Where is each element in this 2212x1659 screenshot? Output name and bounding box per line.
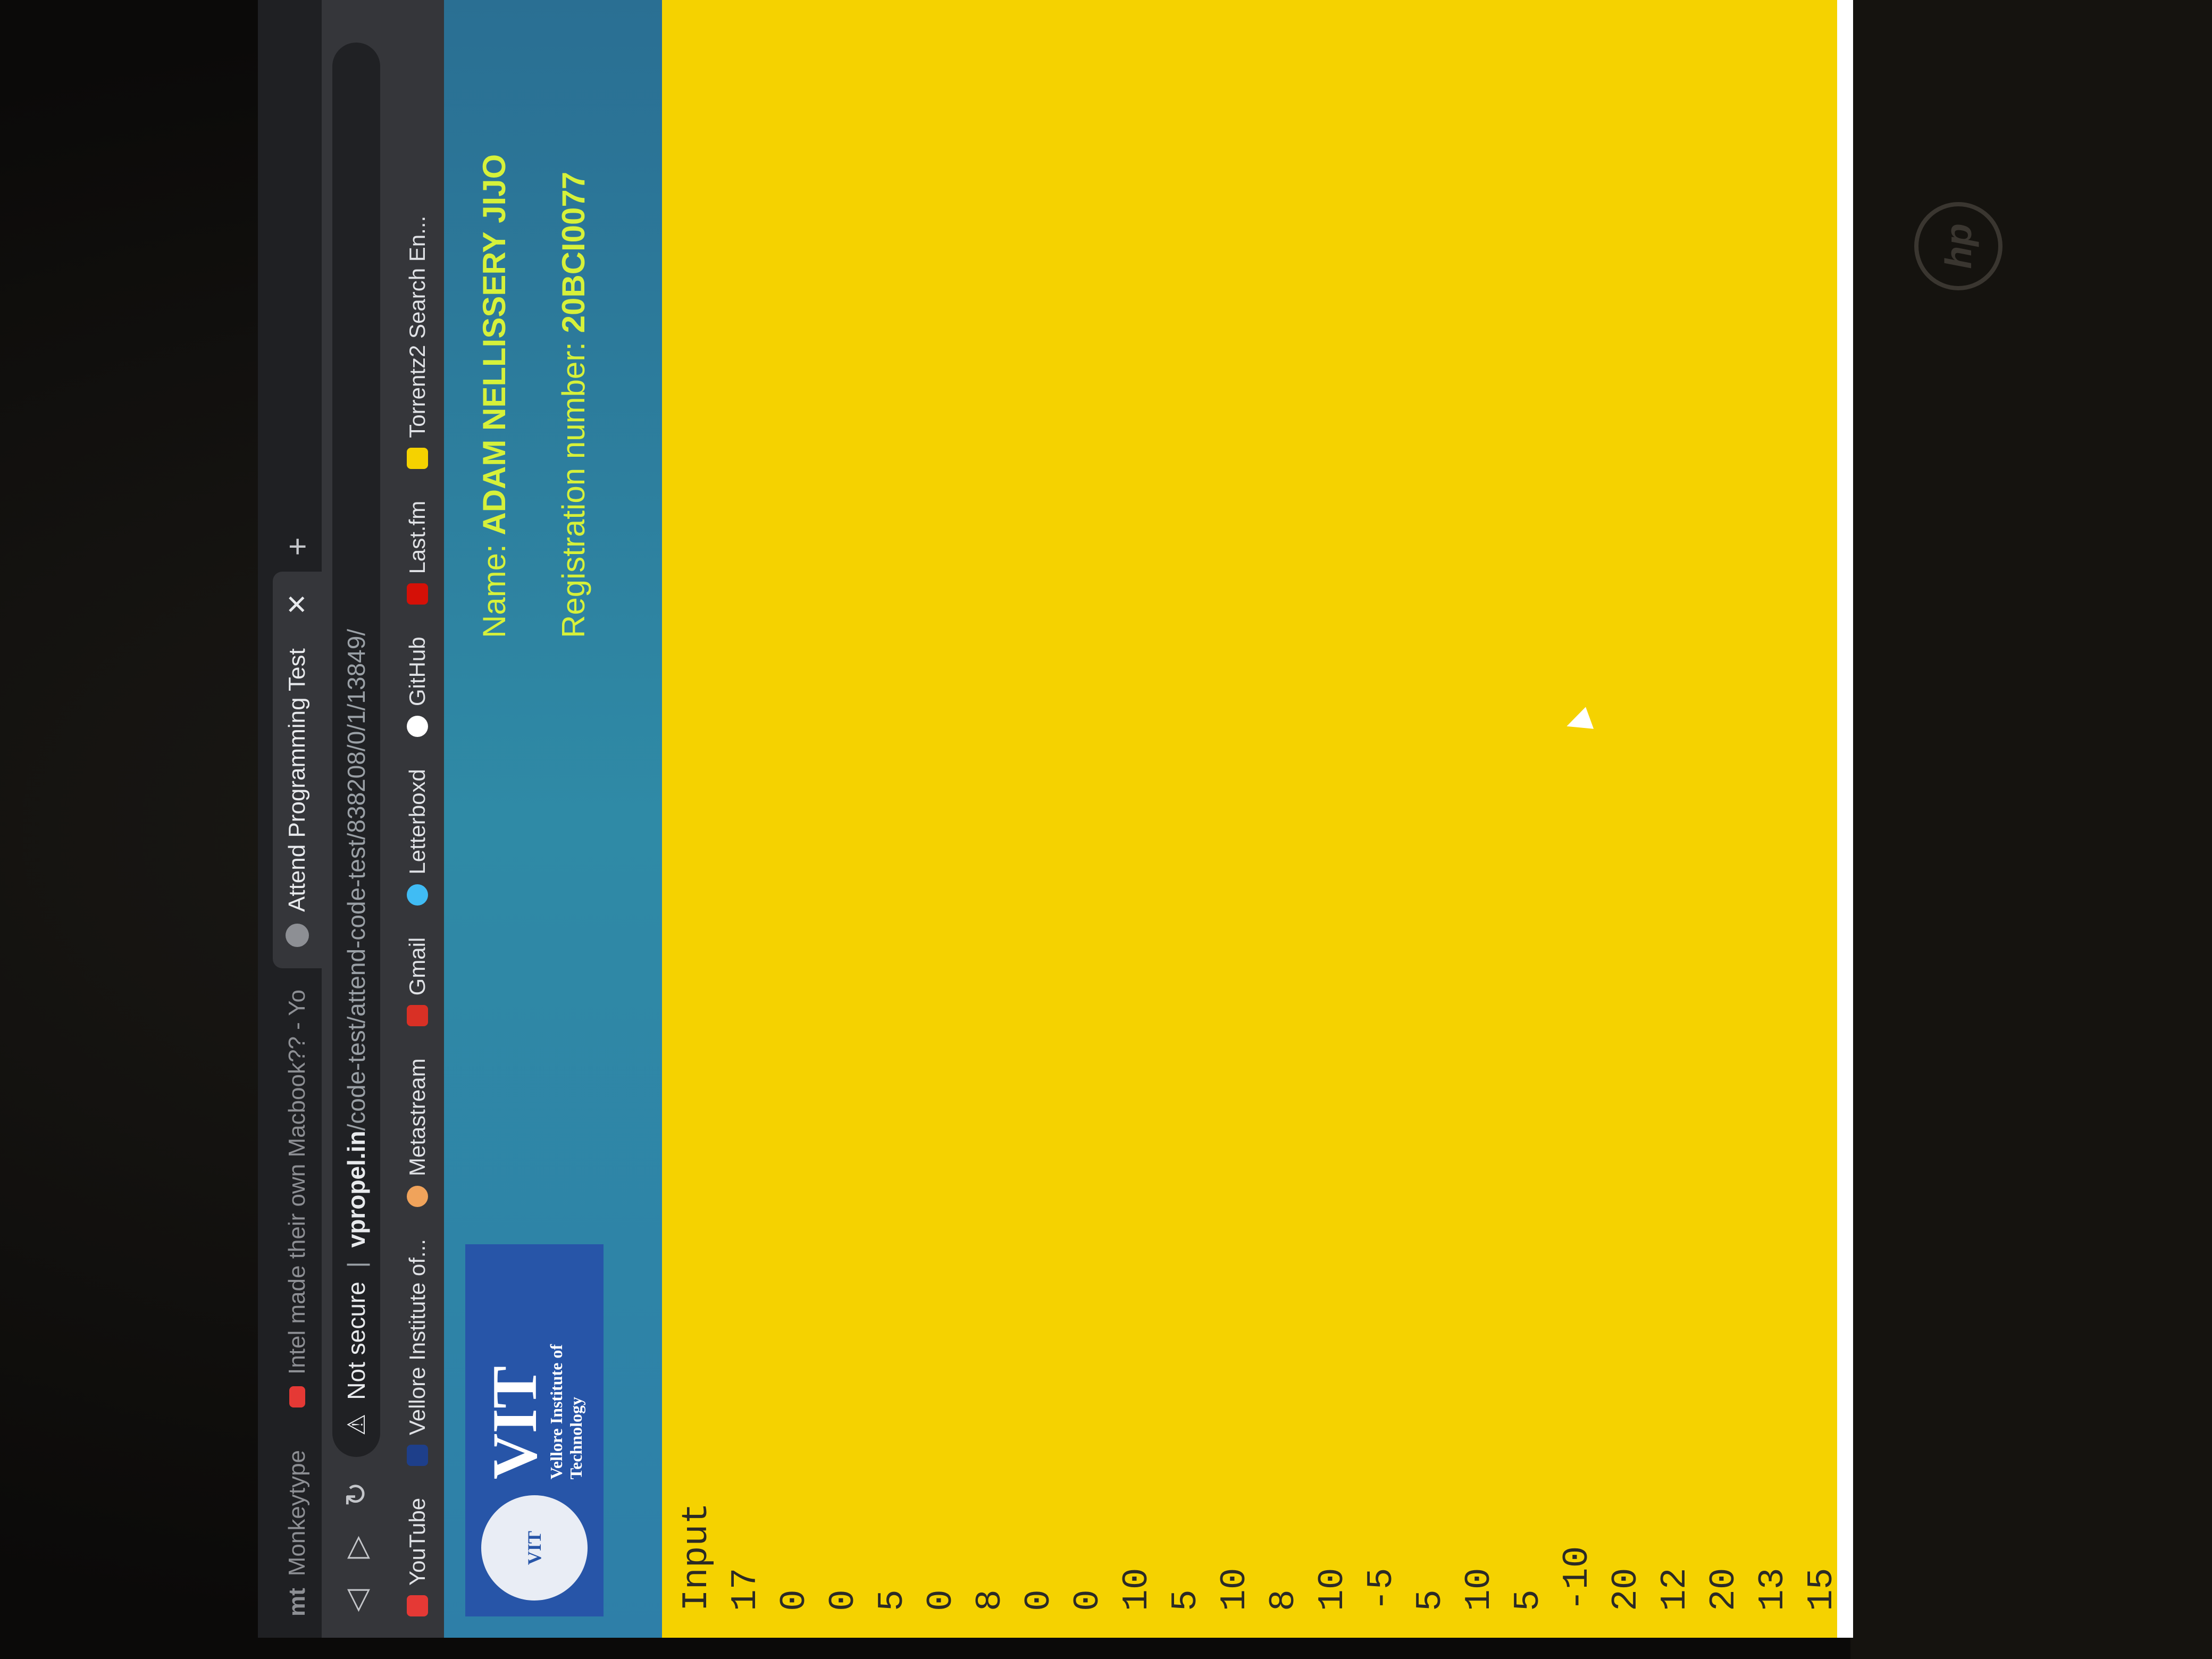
youtube-icon (407, 1595, 428, 1616)
torrentz2-icon (407, 447, 428, 469)
bookmark-youtube[interactable]: YouTube (405, 1498, 430, 1616)
input-value: 13 (1753, 1568, 1794, 1611)
bookmark-gmail[interactable]: Gmail (405, 937, 430, 1027)
input-value: 20 (1704, 1568, 1745, 1611)
url-host: vpropel.in (342, 1130, 370, 1248)
tab-bar: mt Monkeytype Intel made their own Macbo… (258, 0, 322, 1638)
name-label: Name: (476, 535, 512, 638)
letterboxd-icon (407, 884, 428, 906)
user-info: Name: ADAM NELLISSERY JIJO Registration … (476, 0, 634, 638)
input-value: 10 (1459, 1568, 1500, 1611)
bookmark-label: Vellore Institute of... (405, 1239, 430, 1435)
tab-youtube-video[interactable]: Intel made their own Macbook?? - Yo (273, 968, 322, 1429)
new-tab-icon[interactable]: + (273, 521, 322, 572)
input-value: 5 (872, 1589, 913, 1611)
bookmark-label: Last.fm (405, 500, 430, 574)
input-value: 17 (725, 1568, 766, 1611)
tab-monkeytype[interactable]: mt Monkeytype (273, 1429, 322, 1638)
vit-logo: VIT VIT Vellore Institute of Technology (465, 1244, 604, 1616)
input-value: 5 (1410, 1589, 1451, 1611)
bookmark-letterboxd[interactable]: Letterboxd (405, 769, 430, 906)
gmail-icon (407, 1005, 428, 1027)
bookmark-metastream[interactable]: Metastream (405, 1058, 430, 1208)
input-value: 0 (921, 1589, 962, 1611)
input-value: -10 (1557, 1546, 1598, 1611)
name-value: ADAM NELLISSERY JIJO (476, 154, 512, 535)
input-value: 0 (1019, 1589, 1060, 1611)
input-value: -5 (1361, 1568, 1402, 1611)
input-values: 17005080010510810-55105-10201220131513 (722, 1503, 1853, 1611)
monitor-bezel (1850, 0, 2212, 1659)
tab-label: Monkeytype (284, 1449, 310, 1577)
input-heading: Input (676, 1502, 717, 1611)
input-value: 20 (1606, 1568, 1647, 1611)
tab-label: Intel made their own Macbook?? - Yo (284, 989, 310, 1375)
divider: | (342, 1261, 370, 1268)
tab-attend-programming-test[interactable]: Attend Programming Test ✕ (273, 572, 322, 968)
user-registration: Registration number: 20BCI0077 (555, 0, 592, 638)
user-name: Name: ADAM NELLISSERY JIJO (476, 0, 513, 638)
bookmark-label: Torrentz2 Search En... (405, 215, 430, 438)
input-value: 8 (970, 1589, 1011, 1611)
screen-edge (1837, 0, 1853, 1638)
input-value: 12 (1655, 1568, 1696, 1611)
security-status: Not secure (342, 1281, 370, 1400)
input-value: 5 (1166, 1589, 1206, 1611)
input-value: 10 (1214, 1568, 1255, 1611)
logo-title: VIT (479, 1365, 550, 1480)
reg-label: Registration number: (556, 333, 591, 638)
input-value: 0 (774, 1589, 815, 1611)
bookmark-label: Metastream (405, 1058, 430, 1177)
page-header: VIT VIT Vellore Institute of Technology … (444, 0, 662, 1638)
logo-subtitle: Vellore Institute of Technology (547, 1344, 585, 1480)
address-bar[interactable]: ⚠ Not secure | vpropel.in/code-test/atte… (332, 43, 380, 1457)
input-value: 10 (1312, 1568, 1353, 1611)
warning-icon: ⚠ (342, 1413, 370, 1436)
bookmark-github[interactable]: GitHub (405, 636, 430, 738)
input-value: 0 (823, 1589, 864, 1611)
input-value: 8 (1263, 1589, 1304, 1611)
bookmarks-bar: YouTube Vellore Institute of... Metastre… (391, 0, 444, 1638)
input-value: 0 (1068, 1589, 1109, 1611)
browser-toolbar: ◁ ▷ ↻ ⚠ Not secure | vpropel.in/code-tes… (322, 0, 391, 1638)
test-content: Input 17 0 0 5 0 8 0 0 10 5 10 8 10 -5 5 10 5 -10 20 12 20 13… (662, 0, 1853, 1638)
metastream-icon (407, 1186, 428, 1208)
input-block: Input 17 0 0 5 0 8 0 0 10 5 10 8 10 -5 5 10 5 -10 20 12 20 13… (673, 1503, 1853, 1611)
globe-icon (286, 923, 309, 947)
url-path: /code-test/attend-code-test/838208/0/1/1… (342, 629, 370, 1131)
github-icon (407, 716, 428, 738)
forward-icon[interactable]: ▷ (339, 1531, 374, 1563)
tab-label: Attend Programming Test (284, 648, 310, 912)
reg-value: 20BCI0077 (556, 171, 591, 333)
bookmark-lastfm[interactable]: Last.fm (405, 501, 430, 605)
bookmark-label: Letterboxd (405, 769, 430, 875)
bookmark-label: Gmail (405, 937, 430, 996)
hp-logo-icon: hp (1914, 202, 2002, 290)
bookmark-vit[interactable]: Vellore Institute of... (405, 1239, 430, 1466)
bookmark-label: GitHub (405, 636, 430, 707)
mouse-cursor-icon (1562, 707, 1594, 738)
lastfm-icon (407, 583, 428, 605)
vit-icon (407, 1444, 428, 1466)
vit-seal-icon: VIT (481, 1495, 588, 1601)
input-value: 5 (1508, 1589, 1549, 1611)
input-value: 10 (1117, 1568, 1158, 1611)
bookmark-torrentz2[interactable]: Torrentz2 Search En... (405, 216, 430, 469)
mt-icon: mt (284, 1588, 310, 1616)
youtube-icon (289, 1386, 305, 1407)
close-tab-icon[interactable]: ✕ (282, 593, 313, 615)
reload-icon[interactable]: ↻ (339, 1478, 374, 1510)
back-icon[interactable]: ◁ (339, 1585, 374, 1616)
browser-screen: mt Monkeytype Intel made their own Macbo… (258, 0, 1853, 1638)
bookmark-label: YouTube (405, 1497, 430, 1586)
